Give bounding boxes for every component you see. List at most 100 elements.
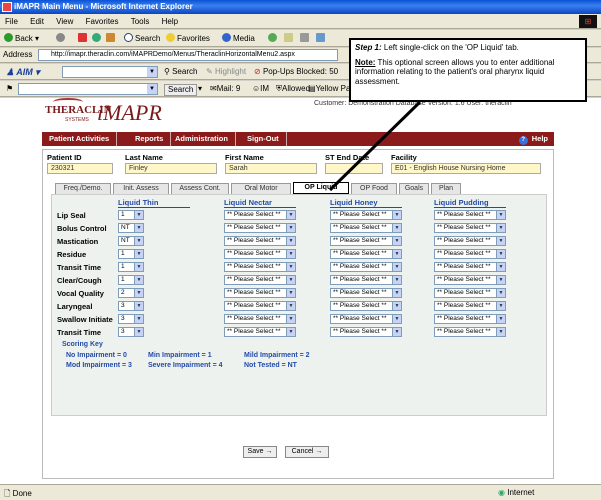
chevron-down-icon: ▼	[392, 263, 401, 271]
select-liquid-nectar[interactable]: ** Please Select ** ▼	[224, 288, 296, 298]
tab-oral-motor[interactable]: Oral Motor	[231, 183, 291, 194]
tab-op-food[interactable]: OP Food	[351, 183, 397, 194]
allowed-link[interactable]: ⛨Allowed	[276, 84, 310, 94]
select-liquid-nectar[interactable]: ** Please Select ** ▼	[224, 314, 296, 324]
nav-patient-activities[interactable]: Patient Activities	[42, 132, 118, 146]
cancel-button[interactable]: Cancel →	[285, 446, 329, 458]
history-button[interactable]	[268, 33, 279, 44]
select-liquid-honey[interactable]: ** Please Select ** ▼	[330, 275, 402, 285]
chevron-down-icon: ▼	[496, 250, 505, 258]
select-liquid-thin[interactable]: NT ▼	[118, 236, 144, 246]
secondary-search-button[interactable]: Search	[164, 84, 198, 96]
select-liquid-honey[interactable]: ** Please Select ** ▼	[330, 327, 402, 337]
tab-freq-demo[interactable]: Freq./Demo.	[55, 183, 111, 194]
nav-administration[interactable]: Administration	[168, 132, 236, 146]
select-liquid-honey[interactable]: ** Please Select ** ▼	[330, 288, 402, 298]
save-button[interactable]: Save →	[243, 446, 277, 458]
aim-highlight-button[interactable]: ✎ Highlight	[206, 67, 246, 77]
select-liquid-nectar[interactable]: ** Please Select ** ▼	[224, 210, 296, 220]
row-label: Laryngeal	[57, 302, 93, 311]
select-liquid-thin[interactable]: 1 ▼	[118, 262, 144, 272]
select-liquid-honey[interactable]: ** Please Select ** ▼	[330, 210, 402, 220]
select-liquid-thin[interactable]: NT ▼	[118, 223, 144, 233]
menu-tools[interactable]: Tools	[126, 14, 155, 29]
forward-button[interactable]	[56, 33, 67, 44]
select-liquid-thin[interactable]: 3 ▼	[118, 327, 144, 337]
menu-edit[interactable]: Edit	[25, 14, 49, 29]
select-liquid-pudding[interactable]: ** Please Select ** ▼	[434, 249, 506, 259]
select-liquid-honey[interactable]: ** Please Select ** ▼	[330, 262, 402, 272]
select-liquid-pudding[interactable]: ** Please Select ** ▼	[434, 314, 506, 324]
tab-plan[interactable]: Plan	[431, 183, 461, 194]
select-liquid-honey[interactable]: ** Please Select ** ▼	[330, 236, 402, 246]
select-liquid-nectar[interactable]: ** Please Select ** ▼	[224, 275, 296, 285]
select-liquid-thin[interactable]: 1 ▼	[118, 249, 144, 259]
select-liquid-nectar[interactable]: ** Please Select ** ▼	[224, 236, 296, 246]
print-button[interactable]	[300, 33, 311, 44]
tab-goals[interactable]: Goals	[399, 183, 429, 194]
row-label: Lip Seal	[57, 211, 86, 220]
aim-search-input[interactable]: ▼	[62, 66, 158, 78]
im-icon: ☺	[252, 84, 261, 93]
select-liquid-pudding[interactable]: ** Please Select ** ▼	[434, 327, 506, 337]
facility-field: E01 - English House Nursing Home	[391, 163, 541, 174]
tab-op-liquid[interactable]: OP Liquid	[293, 182, 349, 194]
select-liquid-thin[interactable]: 3 ▼	[118, 314, 144, 324]
aim-logo: ♟ AIM ▾	[6, 67, 40, 77]
menu-view[interactable]: View	[51, 14, 78, 29]
arrow-right-icon: →	[315, 448, 323, 455]
select-liquid-honey[interactable]: ** Please Select ** ▼	[330, 314, 402, 324]
select-liquid-nectar[interactable]: ** Please Select ** ▼	[224, 327, 296, 337]
address-input[interactable]: http://imapr.theraclin.com/iMAPRDemo/Men…	[38, 49, 338, 61]
chevron-down-icon: ▼	[286, 315, 295, 323]
select-liquid-honey[interactable]: ** Please Select ** ▼	[330, 223, 402, 233]
tab-init-assess[interactable]: Init. Assess	[113, 183, 169, 194]
select-liquid-pudding[interactable]: ** Please Select ** ▼	[434, 275, 506, 285]
favorites-button[interactable]: Favorites	[166, 33, 210, 44]
chevron-down-icon: ▼	[392, 211, 401, 219]
home-button[interactable]	[106, 33, 117, 44]
select-liquid-thin[interactable]: 2 ▼	[118, 288, 144, 298]
select-liquid-honey[interactable]: ** Please Select ** ▼	[330, 301, 402, 311]
popup-blocker-icon: ⊘	[254, 67, 261, 76]
select-liquid-nectar[interactable]: ** Please Select ** ▼	[224, 262, 296, 272]
menu-help[interactable]: Help	[157, 14, 183, 29]
stop-button[interactable]	[78, 33, 89, 44]
nav-sign-out[interactable]: Sign-Out	[240, 132, 287, 146]
select-liquid-pudding[interactable]: ** Please Select ** ▼	[434, 288, 506, 298]
mail-button[interactable]	[284, 33, 295, 44]
chevron-down-icon: ▼	[496, 302, 505, 310]
select-liquid-pudding[interactable]: ** Please Select ** ▼	[434, 223, 506, 233]
secondary-search-input[interactable]: ▼	[18, 83, 158, 95]
select-liquid-thin[interactable]: 1 ▼	[118, 210, 144, 220]
menu-file[interactable]: File	[0, 14, 23, 29]
im-link[interactable]: ☺IM	[252, 84, 269, 94]
select-liquid-pudding[interactable]: ** Please Select ** ▼	[434, 210, 506, 220]
nav-reports[interactable]: Reports	[128, 132, 172, 146]
assessment-panel: Patient ID 230321 Last Name Finley First…	[42, 149, 554, 479]
instruction-callout: Step 1: Left single-click on the 'OP Liq…	[349, 38, 587, 102]
search-button[interactable]: Search	[124, 33, 160, 44]
popups-blocked-button[interactable]: ⊘ Pop-Ups Blocked: 50	[254, 67, 338, 77]
refresh-button[interactable]	[92, 33, 103, 44]
select-liquid-thin[interactable]: 1 ▼	[118, 275, 144, 285]
select-liquid-thin[interactable]: 3 ▼	[118, 301, 144, 311]
tab-assess-cont[interactable]: Assess Cont.	[171, 183, 229, 194]
secondary-search-dropdown[interactable]: ▾	[198, 84, 202, 94]
select-liquid-nectar[interactable]: ** Please Select ** ▼	[224, 223, 296, 233]
back-button[interactable]: Back ▾	[4, 33, 39, 44]
edit-button[interactable]	[316, 33, 327, 44]
media-button[interactable]: Media	[222, 33, 255, 44]
select-liquid-honey[interactable]: ** Please Select ** ▼	[330, 249, 402, 259]
help-button[interactable]: ? Help	[518, 132, 548, 146]
menu-favorites[interactable]: Favorites	[81, 14, 124, 29]
select-liquid-nectar[interactable]: ** Please Select ** ▼	[224, 301, 296, 311]
select-liquid-pudding[interactable]: ** Please Select ** ▼	[434, 236, 506, 246]
select-liquid-pudding[interactable]: ** Please Select ** ▼	[434, 262, 506, 272]
mail-link[interactable]: ✉Mail: 9	[210, 84, 240, 94]
select-liquid-nectar[interactable]: ** Please Select ** ▼	[224, 249, 296, 259]
zone-indicator: ◉ Internet	[498, 488, 535, 497]
yellow-pages-link[interactable]: ▤Yellow Pag	[308, 84, 355, 94]
aim-search-button[interactable]: ⚲ Search	[164, 67, 197, 77]
select-liquid-pudding[interactable]: ** Please Select ** ▼	[434, 301, 506, 311]
